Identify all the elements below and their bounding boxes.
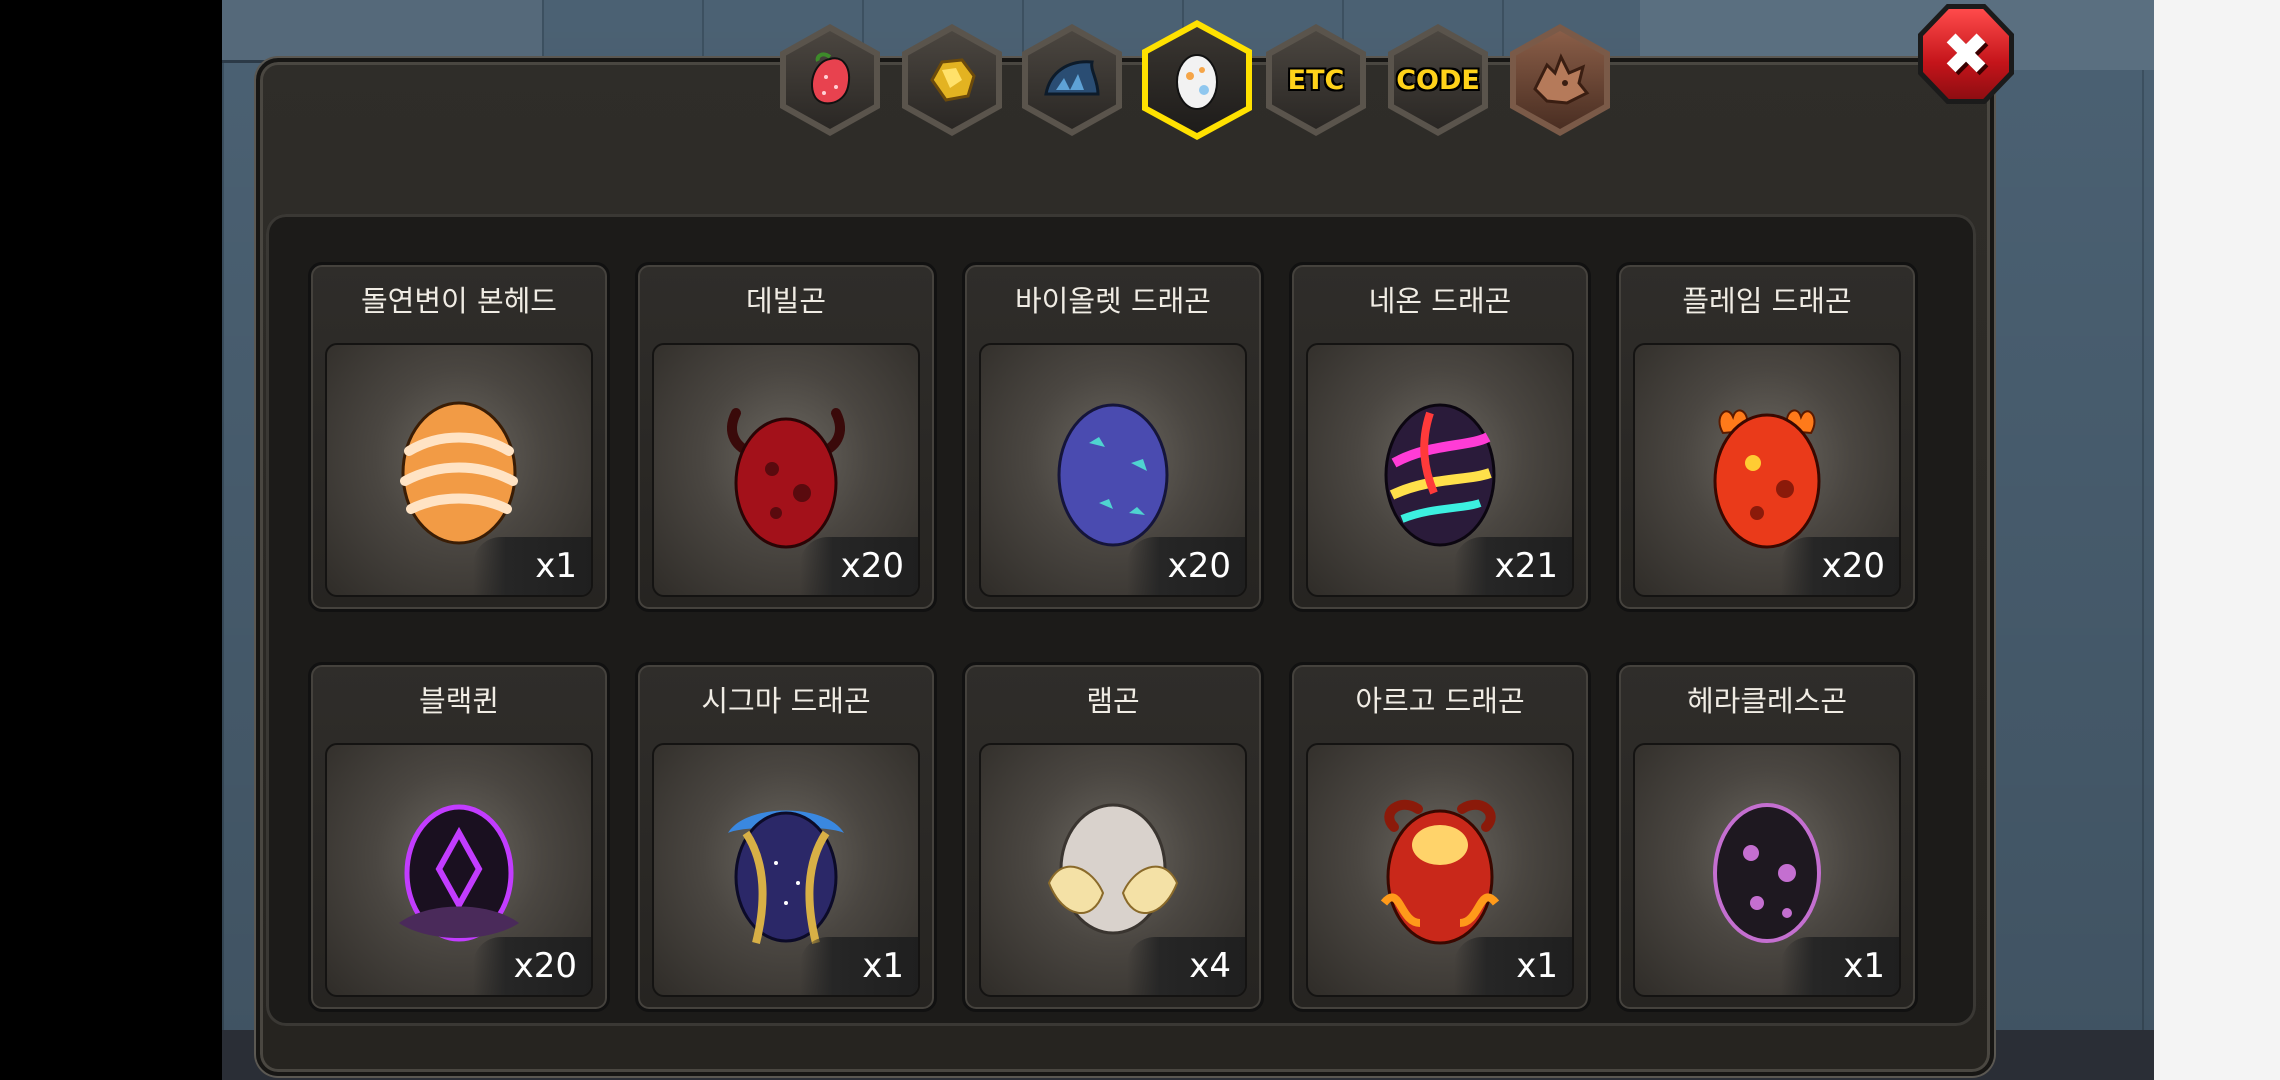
egg-card[interactable]: 시그마 드래곤 x1 [635,662,937,1012]
egg-image: x20 [1633,343,1901,597]
egg-name: 램곤 [1086,684,1140,718]
egg-image: x20 [325,743,593,997]
neon-dragon-egg-icon [1384,403,1496,547]
egg-card[interactable]: 아르고 드래곤 x1 [1289,662,1591,1012]
fruit-icon [811,52,850,105]
egg-card[interactable]: 네온 드래곤 x21 [1289,262,1591,612]
egg-card[interactable]: 돌연변이 본헤드 x1 [308,262,610,612]
egg-image: x1 [325,343,593,597]
screen-margin [2154,0,2280,1080]
egg-quantity: x1 [1781,937,1899,995]
egg-card[interactable]: 램곤 x4 [962,662,1264,1012]
violet-dragon-egg-icon [1057,403,1169,547]
hercules-egg-icon [1713,803,1821,943]
egg-name: 아르고 드래곤 [1355,684,1525,718]
egg-quantity: x21 [1454,537,1572,595]
close-icon: ✖ [1941,20,1991,88]
egg-quantity: x1 [800,937,918,995]
black-queen-egg-icon [399,804,519,942]
egg-name: 블랙퀸 [418,684,500,718]
egg-name: 데빌곤 [745,284,827,318]
tab-etc-label: ETC [1287,64,1345,96]
close-button[interactable]: ✖ [1918,4,2014,104]
egg-quantity: x20 [800,537,918,595]
egg-image: x1 [1306,743,1574,997]
egg-image: x20 [979,343,1247,597]
dragon-head-icon [1533,53,1590,105]
egg-card[interactable]: 헤라클레스곤 x1 [1616,662,1918,1012]
egg-quantity: x20 [1127,537,1245,595]
tab-egg[interactable] [1142,20,1252,140]
egg-image: x20 [652,343,920,597]
devilgon-egg-icon [727,408,845,549]
bonehead-egg-icon [400,401,518,545]
tab-code-label: CODE [1396,64,1480,96]
egg-image: x1 [652,743,920,997]
tab-dragon[interactable] [1510,24,1610,136]
sigma-dragon-egg-icon [728,810,844,944]
egg-quantity: x20 [1781,537,1899,595]
egg-card[interactable]: 블랙퀸 x20 [308,662,610,1012]
egg-card[interactable]: 플레임 드래곤 x20 [1616,262,1918,612]
egg-name: 헤라클레스곤 [1686,684,1848,718]
egg-name: 네온 드래곤 [1368,284,1512,318]
tab-code[interactable]: CODE [1388,24,1488,136]
dragon-scale-icon [1044,60,1100,96]
egg-quantity: x1 [1454,937,1572,995]
tab-fruit[interactable] [780,24,880,136]
gold-icon [930,58,976,102]
ramgon-egg-icon [1047,803,1179,935]
tab-dragon-scale[interactable] [1022,24,1122,136]
egg-name: 바이올렛 드래곤 [1015,284,1211,318]
tab-etc[interactable]: ETC [1266,24,1366,136]
egg-quantity: x4 [1127,937,1245,995]
egg-quantity: x1 [473,537,591,595]
egg-name: 시그마 드래곤 [701,684,871,718]
egg-quantity: x20 [473,937,591,995]
egg-image: x1 [1633,743,1901,997]
egg-name: 플레임 드래곤 [1682,284,1852,318]
argo-dragon-egg-icon [1380,799,1500,945]
egg-name: 돌연변이 본헤드 [361,284,557,318]
egg-image: x4 [979,743,1247,997]
egg-icon [1176,54,1218,110]
egg-card[interactable]: 바이올렛 드래곤 x20 [962,262,1264,612]
flame-dragon-egg-icon [1713,409,1821,549]
egg-image: x21 [1306,343,1574,597]
egg-card[interactable]: 데빌곤 x20 [635,262,937,612]
background-structure [222,0,542,63]
tab-gold[interactable] [902,24,1002,136]
